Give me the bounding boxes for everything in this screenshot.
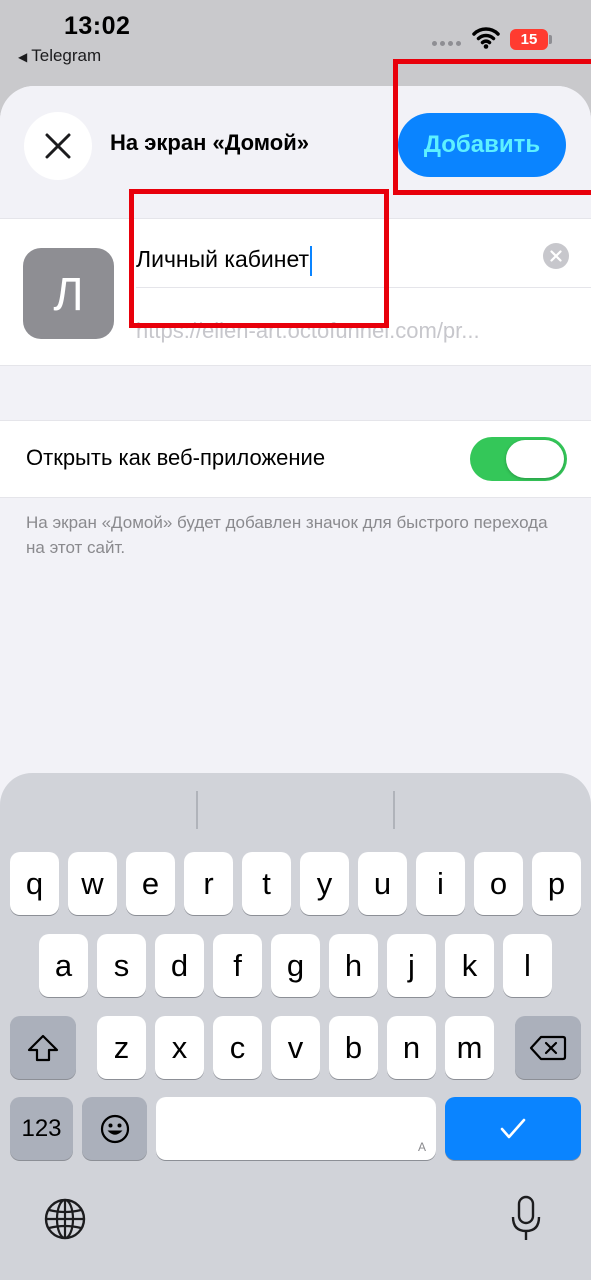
microphone-icon bbox=[511, 1195, 541, 1240]
key-k[interactable]: k bbox=[445, 934, 494, 997]
clear-x-icon bbox=[550, 250, 562, 262]
numbers-key[interactable]: 123 bbox=[10, 1097, 73, 1160]
web-app-toggle-label: Открыть как веб-приложение bbox=[26, 445, 326, 470]
emoji-icon bbox=[100, 1114, 129, 1143]
key-b[interactable]: b bbox=[329, 1016, 378, 1079]
annotation-box-name bbox=[129, 189, 389, 328]
footer-hint: На экран «Домой» будет добавлен значок д… bbox=[26, 513, 548, 557]
battery-icon: 15 bbox=[510, 29, 548, 50]
backspace-icon bbox=[529, 1035, 567, 1060]
web-app-toggle[interactable] bbox=[470, 437, 567, 481]
key-m[interactable]: m bbox=[445, 1016, 494, 1079]
key-f[interactable]: f bbox=[213, 934, 262, 997]
key-l[interactable]: l bbox=[503, 934, 552, 997]
close-button[interactable] bbox=[24, 112, 92, 180]
space-key-hint: A bbox=[417, 1140, 426, 1154]
annotation-box-add bbox=[393, 59, 591, 195]
key-g[interactable]: g bbox=[271, 934, 320, 997]
back-app-label: Telegram bbox=[31, 46, 102, 65]
sheet-title: На экран «Домой» bbox=[110, 130, 309, 155]
globe-button[interactable] bbox=[43, 1197, 87, 1241]
globe-icon bbox=[44, 1198, 86, 1240]
shift-icon bbox=[27, 1034, 59, 1061]
toggle-knob bbox=[506, 440, 564, 478]
key-d[interactable]: d bbox=[155, 934, 204, 997]
clear-text-button[interactable] bbox=[543, 243, 569, 269]
key-u[interactable]: u bbox=[358, 852, 407, 915]
shortcut-icon-preview: Л bbox=[23, 248, 114, 339]
done-key[interactable] bbox=[445, 1097, 581, 1160]
key-v[interactable]: v bbox=[271, 1016, 320, 1079]
shortcut-icon-letter: Л bbox=[53, 267, 84, 320]
emoji-key[interactable] bbox=[82, 1097, 147, 1160]
back-arrow-icon: ◀ bbox=[18, 50, 28, 64]
key-s[interactable]: s bbox=[97, 934, 146, 997]
key-r[interactable]: r bbox=[184, 852, 233, 915]
key-c[interactable]: c bbox=[213, 1016, 262, 1079]
dictation-button[interactable] bbox=[510, 1195, 542, 1243]
battery-level: 15 bbox=[520, 31, 538, 48]
key-j[interactable]: j bbox=[387, 934, 436, 997]
battery-cap bbox=[549, 35, 552, 44]
close-icon bbox=[45, 133, 71, 159]
space-key[interactable]: A bbox=[156, 1097, 436, 1160]
key-p[interactable]: p bbox=[532, 852, 581, 915]
key-i[interactable]: i bbox=[416, 852, 465, 915]
key-o[interactable]: o bbox=[474, 852, 523, 915]
shift-key[interactable] bbox=[10, 1016, 76, 1079]
key-h[interactable]: h bbox=[329, 934, 378, 997]
delete-key[interactable] bbox=[515, 1016, 581, 1079]
cellular-signal-icon bbox=[432, 41, 464, 49]
keyboard: q w e r t y u i o p a s d f g h j k l z … bbox=[0, 773, 591, 1280]
status-time: 13:02 bbox=[64, 12, 131, 40]
key-t[interactable]: t bbox=[242, 852, 291, 915]
web-app-option-card: Открыть как веб-приложение bbox=[0, 420, 591, 498]
key-n[interactable]: n bbox=[387, 1016, 436, 1079]
key-a[interactable]: a bbox=[39, 934, 88, 997]
key-q[interactable]: q bbox=[10, 852, 59, 915]
key-e[interactable]: e bbox=[126, 852, 175, 915]
back-to-app-link[interactable]: ◀ Telegram bbox=[18, 46, 101, 66]
suggestion-divider bbox=[196, 791, 198, 829]
key-x[interactable]: x bbox=[155, 1016, 204, 1079]
suggestion-divider bbox=[393, 791, 395, 829]
wifi-icon bbox=[472, 27, 500, 49]
key-y[interactable]: y bbox=[300, 852, 349, 915]
key-z[interactable]: z bbox=[97, 1016, 146, 1079]
key-w[interactable]: w bbox=[68, 852, 117, 915]
checkmark-icon bbox=[500, 1118, 526, 1138]
